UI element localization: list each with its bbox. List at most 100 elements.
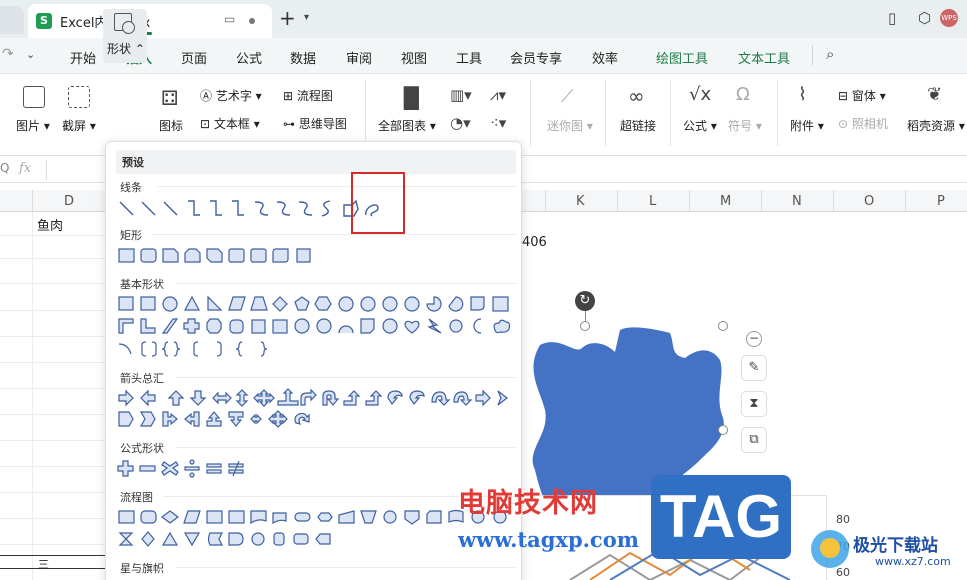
flowchart-internal-storage-shape[interactable] [228, 510, 245, 524]
snip-diagonal-rectangle-shape[interactable] [206, 248, 223, 263]
bevel-shape[interactable] [272, 319, 288, 334]
double-bracket-shape[interactable] [141, 341, 157, 357]
resize-handle[interactable] [718, 321, 728, 331]
curved-left-arrow-shape[interactable] [409, 390, 425, 406]
smiley-face-shape[interactable] [382, 318, 398, 334]
flowchart-merge-shape[interactable] [183, 532, 201, 547]
menu-data[interactable]: 数据 [290, 48, 316, 67]
cell-bottom[interactable]: 三 [38, 556, 49, 572]
snip-corner-rectangle-shape[interactable] [162, 248, 179, 263]
flowchart-sequential-access-shape[interactable] [251, 532, 265, 546]
rounded-rectangle-shape[interactable] [140, 248, 157, 263]
decagon-shape[interactable] [382, 296, 398, 312]
flowchart-off-page-connector-shape[interactable] [404, 510, 420, 525]
left-arrow-callout-shape[interactable] [184, 411, 200, 427]
flowchart-sort-shape[interactable] [141, 531, 155, 547]
bent-arrow-shape[interactable] [300, 388, 317, 406]
all-charts-button[interactable]: ▐▌ 全部图表 ▾ [378, 80, 438, 140]
plus-shape[interactable] [117, 460, 134, 477]
curved-arrow-shape[interactable] [276, 201, 291, 216]
name-box-icon[interactable]: Q [0, 161, 9, 175]
flowchart-alternate-process-shape[interactable] [140, 510, 157, 524]
block-arc-shape[interactable] [338, 325, 354, 334]
menu-efficiency[interactable]: 效率 [592, 48, 618, 67]
no-symbol-shape[interactable] [316, 318, 332, 334]
donut-shape[interactable] [294, 318, 310, 334]
snip-same-side-rectangle-shape[interactable] [184, 248, 201, 263]
text-box-shape[interactable] [118, 296, 134, 311]
cloud-shape[interactable] [493, 319, 511, 334]
icons-button[interactable]: ⚃ 图标 [157, 80, 189, 140]
fx-icon[interactable]: fx [19, 161, 31, 176]
divide-shape[interactable] [184, 459, 200, 478]
resources-button[interactable]: ❦ 稻壳资源 ▾ [905, 80, 965, 140]
screenshot-button[interactable]: 截屏 ▾ [60, 80, 104, 140]
can-shape[interactable] [229, 319, 244, 334]
menu-drawing-tools[interactable]: 绘图工具 [656, 48, 708, 67]
quad-arrow-callout-shape[interactable] [268, 410, 288, 428]
elbow-double-arrow-shape[interactable] [232, 200, 244, 216]
curved-down-arrow-shape[interactable] [453, 391, 473, 406]
line-shape[interactable] [119, 201, 134, 216]
scatter-chart-icon[interactable]: ⁖▾ [490, 114, 506, 132]
monitor-icon[interactable]: ▭ [224, 12, 235, 26]
hexagon-shape[interactable] [314, 296, 332, 311]
left-bracket-shape[interactable] [193, 341, 199, 357]
heart-shape[interactable] [404, 320, 420, 334]
chevron-shape[interactable] [139, 411, 156, 427]
textbox-button[interactable]: ⊡ 文本框 ▾ [200, 115, 260, 132]
layout-icon[interactable]: ▯ [888, 9, 896, 27]
sparkline-button[interactable]: ⟋ 迷你图 ▾ [545, 80, 597, 140]
menu-tools[interactable]: 工具 [456, 48, 482, 67]
curved-connector-shape[interactable] [254, 201, 269, 216]
column-chart-icon[interactable]: ▥▾ [450, 86, 472, 104]
collapse-icon[interactable]: − [746, 331, 762, 347]
diagonal-stripe-shape[interactable] [161, 318, 179, 334]
rotate-handle-icon[interactable]: ↻ [575, 291, 595, 311]
redo-icon[interactable]: ↷ [2, 46, 14, 62]
menu-text-tools[interactable]: 文本工具 [738, 48, 790, 67]
style-brush-icon[interactable]: ✎ [741, 355, 767, 381]
flowchart-stored-data-shape[interactable] [207, 532, 223, 546]
hyperlink-button[interactable]: ∞ 超链接 [618, 80, 660, 140]
previous-tab[interactable] [0, 6, 24, 34]
diamond-shape[interactable] [272, 296, 288, 312]
cross-shape[interactable] [183, 318, 200, 334]
flowchart-preparation-shape[interactable] [317, 512, 333, 522]
rectangle-variant-shape[interactable] [228, 248, 245, 263]
down-arrow-callout-shape[interactable] [228, 411, 244, 427]
pentagon-arrow-shape[interactable] [118, 411, 134, 427]
quad-arrow-shape[interactable] [253, 389, 275, 407]
search-icon[interactable]: ⌕ [826, 45, 834, 63]
up-down-arrow-shape[interactable] [235, 389, 249, 407]
down-arrow-shape[interactable] [189, 390, 207, 406]
round-diagonal-rectangle-shape[interactable] [272, 248, 289, 263]
quick-access-dropdown-icon[interactable]: ⌄ [26, 48, 35, 61]
l-shape[interactable] [140, 318, 156, 334]
elbow-arrow-shape[interactable] [210, 200, 222, 216]
pie-chart-icon[interactable]: ◔▾ [450, 114, 471, 132]
unsaved-dot-icon[interactable] [249, 18, 255, 24]
pie-shape[interactable] [426, 296, 442, 312]
not-equal-shape[interactable] [228, 460, 244, 477]
left-right-arrow-shape[interactable] [212, 391, 232, 405]
curve-shape[interactable] [321, 200, 331, 217]
flowchart-connector-shape[interactable] [383, 510, 397, 524]
moon-shape[interactable] [473, 318, 482, 334]
menu-home[interactable]: 开始 [70, 48, 96, 67]
left-arrow-shape[interactable] [140, 389, 156, 407]
flowchart-document-shape[interactable] [250, 510, 267, 525]
wordart-button[interactable]: Ⓐ 艺术字 ▾ [200, 87, 262, 104]
camera-button[interactable]: ⊙ 照相机 [838, 115, 888, 132]
striped-right-arrow-shape[interactable] [475, 389, 491, 407]
right-arrow-shape[interactable] [118, 389, 134, 407]
curved-double-arrow-shape[interactable] [298, 201, 313, 216]
mindmap-button[interactable]: ⊶ 思维导图 [283, 115, 347, 132]
symbol-button[interactable]: Ω 符号 ▾ [728, 80, 768, 140]
menu-page[interactable]: 页面 [181, 48, 207, 67]
column-m-header[interactable]: M [720, 194, 731, 209]
fill-bucket-icon[interactable]: ⧗ [741, 391, 767, 417]
rectangle-variant-shape[interactable] [296, 248, 311, 263]
flowchart-button[interactable]: ⊞ 流程图 [283, 87, 333, 104]
flowchart-terminator-shape[interactable] [294, 512, 311, 522]
